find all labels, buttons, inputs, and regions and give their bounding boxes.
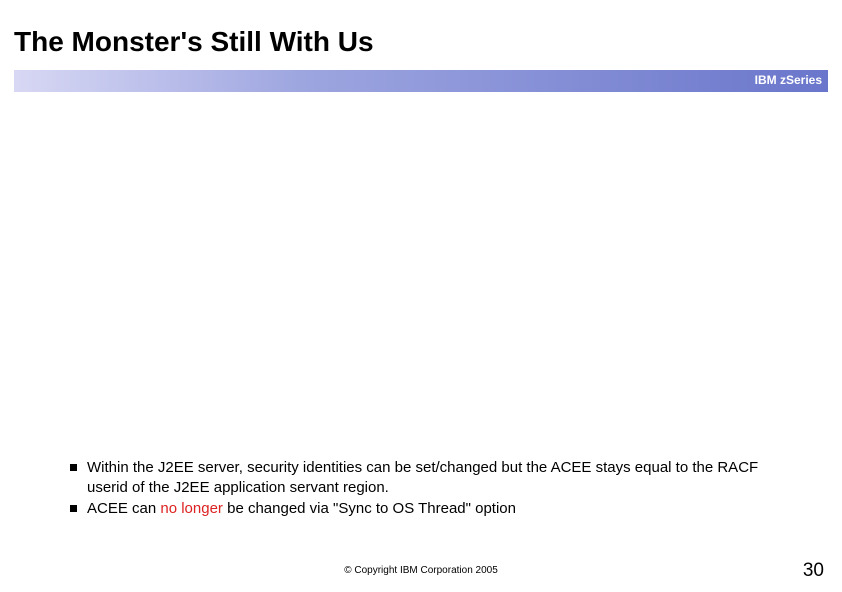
header-bar: IBM zSeries [14,70,828,92]
bullet-text: ACEE can no longer be changed via "Sync … [87,499,516,519]
bullet-text-red: no longer [160,500,223,517]
bullet-icon [70,464,77,471]
slide: The Monster's Still With Us IBM zSeries … [0,0,842,592]
bullet-text-pre: Within the J2EE server, security identit… [87,459,758,496]
page-number: 30 [803,560,824,582]
bullet-icon [70,505,77,512]
list-item: ACEE can no longer be changed via "Sync … [70,499,790,519]
list-item: Within the J2EE server, security identit… [70,458,790,497]
bullet-text-pre: ACEE can [87,500,160,517]
bullet-text: Within the J2EE server, security identit… [87,458,790,497]
bullet-text-post: be changed via "Sync to OS Thread" optio… [223,500,516,517]
header-bar-label: IBM zSeries [755,73,822,87]
bullet-list: Within the J2EE server, security identit… [70,458,790,521]
copyright-text: © Copyright IBM Corporation 2005 [0,565,842,576]
slide-title: The Monster's Still With Us [14,26,374,58]
